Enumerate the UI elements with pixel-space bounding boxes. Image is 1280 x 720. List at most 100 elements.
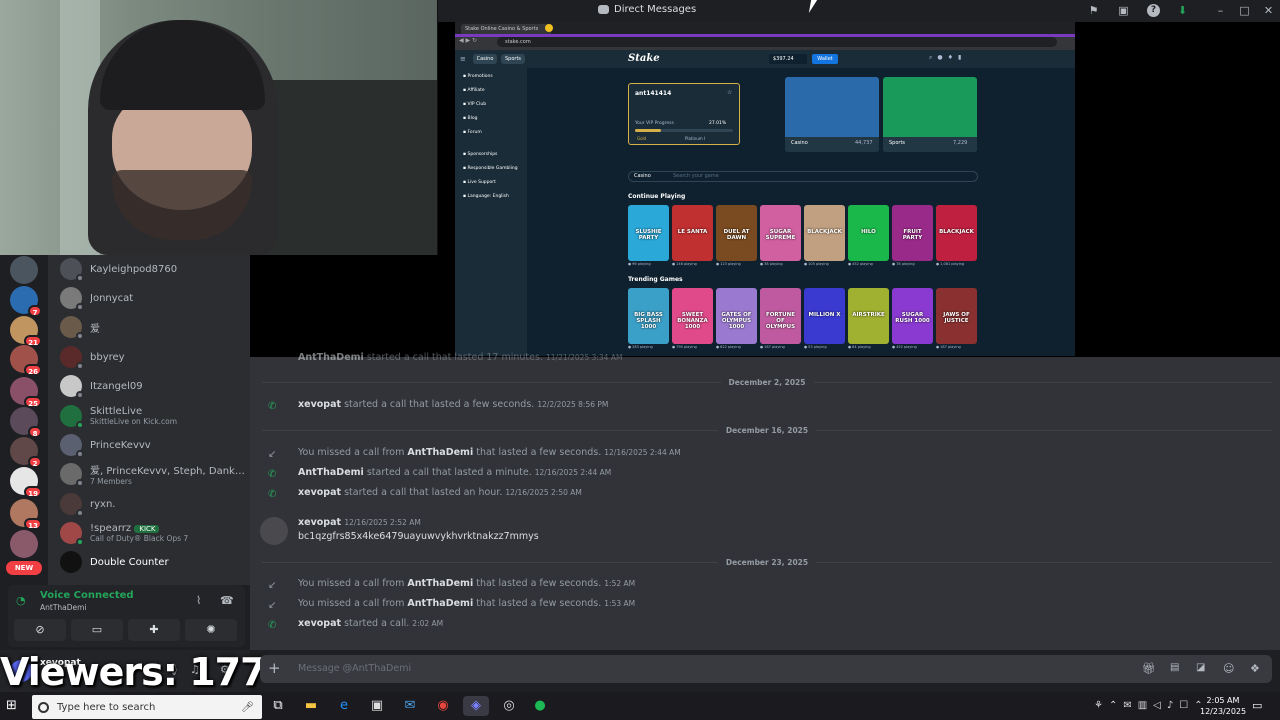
signal-icon[interactable]: ◔ [16, 594, 26, 607]
message-input[interactable]: Message @AntThaDemi [298, 663, 411, 674]
dm-item[interactable]: Jonnycat [56, 284, 246, 312]
game-tile[interactable]: SUGAR RUSH 1000 [892, 288, 933, 344]
noise-suppression-icon[interactable]: ⌇ [196, 594, 201, 607]
game-tile[interactable]: FRUIT PARTY [892, 205, 933, 261]
server-icon[interactable] [10, 530, 38, 558]
server-icon[interactable]: 8 [10, 407, 42, 438]
voice-channel[interactable]: AntThaDemi [40, 603, 87, 612]
emoji-icon[interactable]: ☺ [1223, 662, 1234, 675]
voice-status[interactable]: Voice Connected [40, 590, 134, 601]
game-tile[interactable]: MILLION X [804, 288, 845, 344]
message-author[interactable]: AntThaDemi [407, 578, 473, 589]
wallet-button[interactable]: Wallet [812, 54, 838, 64]
disconnect-icon[interactable]: ☎ [220, 594, 234, 607]
dm-item[interactable]: Itzangel09 [56, 372, 246, 400]
server-icon[interactable]: 25 [10, 377, 42, 408]
game-tile[interactable]: FORTUNE OF OLYMPUS [760, 288, 801, 344]
menu-icon[interactable]: ≡ [460, 55, 466, 63]
server-icon[interactable] [10, 256, 38, 284]
stake-sidebar-item[interactable]: ▪ Blog [463, 116, 477, 121]
clock[interactable]: 2:05 AM 12/23/2025 [1200, 695, 1246, 717]
dm-item[interactable]: 爱 [56, 313, 246, 341]
stake-sidebar-item[interactable]: ▪ Sponsorships [463, 152, 497, 157]
notifications-icon[interactable]: ▭ [1252, 699, 1262, 712]
new-badge[interactable]: NEW [6, 561, 42, 575]
taskbar-search[interactable]: Type here to search 🎤︎ [32, 695, 262, 719]
gift-icon[interactable]: 🎁︎ [1142, 662, 1156, 675]
dm-item[interactable]: bbyrey [56, 343, 246, 371]
game-tile[interactable]: HILO [848, 205, 889, 261]
game-search[interactable]: Casino Search your game [628, 171, 978, 182]
message-input-box[interactable]: + Message @AntThaDemi 🎁︎ ▤ ◪ ☺ ❖ [260, 655, 1272, 683]
stake-sidebar-item[interactable]: ▪ VIP Club [463, 102, 486, 107]
stake-sidebar-item[interactable]: ▪ Affiliate [463, 88, 485, 93]
windows-start-icon[interactable]: ⊞ [6, 698, 17, 713]
gif-icon[interactable]: ▤ [1170, 662, 1179, 673]
message-avatar[interactable] [260, 517, 288, 545]
nav-casino-button[interactable]: Casino [473, 54, 497, 64]
dm-item[interactable]: 爱, PrinceKevvv, Steph, Dank, ... 7 Member… [56, 460, 246, 488]
share-screen-button[interactable]: ▭ [71, 619, 123, 641]
soundboard-button[interactable]: ✺ [185, 619, 237, 641]
dm-item[interactable]: Kayleighpod8760 [56, 255, 246, 283]
game-tile[interactable]: LE SANTA [672, 205, 713, 261]
game-tile[interactable]: SUGAR SUPREME [760, 205, 801, 261]
dm-item[interactable]: ryxn. [56, 490, 246, 518]
task-view-icon[interactable]: ⧉ [268, 696, 288, 716]
taskbar-search-input[interactable]: Type here to search [57, 702, 155, 713]
message-author[interactable]: xevopat [298, 487, 341, 498]
game-search-input[interactable]: Search your game [673, 173, 719, 179]
screen-share-icon[interactable]: ▣ [1117, 4, 1130, 17]
chrome-icon[interactable]: ◉ [433, 696, 453, 716]
activities-button[interactable]: ✚ [128, 619, 180, 641]
game-tile[interactable]: SLUSHIE PARTY [628, 205, 669, 261]
dm-item[interactable]: !spearrz KICK Call of Duty® Black Ops 7 [56, 519, 246, 547]
system-tray-icons[interactable]: ⚘⌃✉▥◁♪☐⌃ [1094, 700, 1209, 711]
stake-sidebar-item[interactable]: ▪ Language: English [463, 194, 509, 199]
game-tile[interactable]: BLACKJACK [804, 205, 845, 261]
obs-icon[interactable]: ◎ [499, 696, 519, 716]
game-tile[interactable]: BIG BASS SPLASH 1000 [628, 288, 669, 344]
game-tile[interactable]: SWEET BONANZA 1000 [672, 288, 713, 344]
dm-item[interactable]: SkittleLive SkittleLive on Kick.com [56, 402, 246, 430]
close-button[interactable]: ✕ [1262, 4, 1275, 17]
discord-taskbar-icon[interactable]: ◈ [463, 696, 489, 716]
store-icon[interactable]: ▣ [367, 696, 387, 716]
dm-item[interactable]: PrinceKevvv [56, 431, 246, 459]
help-icon[interactable]: ? [1147, 4, 1160, 17]
file-explorer-icon[interactable]: ▬ [301, 696, 321, 716]
add-attachment-icon[interactable]: + [268, 660, 281, 676]
game-tile[interactable]: BLACKJACK [936, 205, 977, 261]
camera-off-button[interactable]: ⊘ [14, 619, 66, 641]
balance-display[interactable]: $397.24 [769, 54, 807, 64]
stake-sidebar-item[interactable]: ▪ Forum [463, 130, 482, 135]
message-author[interactable]: xevopat [298, 618, 341, 629]
download-icon[interactable]: ⬇ [1176, 4, 1189, 17]
minimize-button[interactable]: – [1214, 4, 1227, 17]
nav-arrows-icon[interactable]: ◀ ▶ ↻ [459, 37, 477, 44]
stake-logo[interactable]: Stake [628, 53, 660, 64]
server-icon[interactable]: 21 [10, 316, 42, 347]
dm-item[interactable]: Double Counter [56, 548, 246, 576]
message-author[interactable]: xevopat [298, 399, 341, 410]
browser-tab[interactable]: Stake Online Casino & Sports [461, 24, 551, 34]
server-icon[interactable]: 19 [10, 467, 42, 498]
message-author[interactable]: AntThaDemi [298, 352, 364, 363]
maximize-button[interactable]: □ [1238, 4, 1251, 17]
header-icons[interactable]: ⌕●♦▮ [929, 54, 966, 62]
server-icon[interactable]: 7 [10, 286, 42, 317]
search-category-select[interactable]: Casino [634, 173, 651, 179]
game-tile[interactable]: GATES OF OLYMPUS 1000 [716, 288, 757, 344]
message-author[interactable]: AntThaDemi [407, 598, 473, 609]
server-icon[interactable]: 13 [10, 499, 42, 530]
star-icon[interactable]: ☆ [727, 89, 732, 96]
casino-card[interactable]: Casino 44,737 [785, 77, 879, 152]
vip-card[interactable]: ant141414 ☆ Your VIP Progress 27.01% Gol… [628, 83, 740, 145]
server-icon[interactable]: 26 [10, 345, 42, 376]
stake-sidebar-item[interactable]: ▪ Live Support [463, 180, 496, 185]
inbox-icon[interactable]: ⚑ [1087, 4, 1100, 17]
sports-card[interactable]: Sports 7,229 [883, 77, 977, 152]
mail-icon[interactable]: ✉ [400, 696, 420, 716]
edge-icon[interactable]: e [334, 696, 354, 716]
stake-sidebar-item[interactable]: ▪ Promotions [463, 74, 493, 79]
